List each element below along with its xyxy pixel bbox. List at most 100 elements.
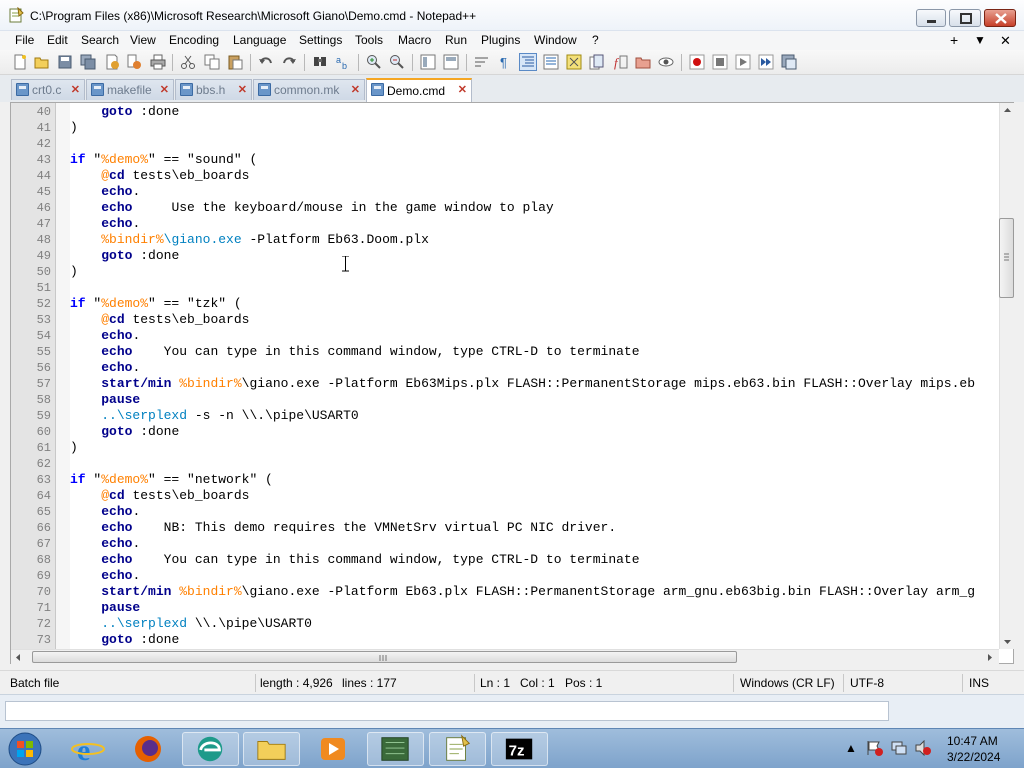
new-file-icon[interactable] xyxy=(12,54,28,70)
cut-icon[interactable] xyxy=(180,54,196,70)
clock-date[interactable]: 3/22/2024 xyxy=(947,750,1000,764)
file-explorer-icon[interactable] xyxy=(243,732,300,766)
menu-plugins[interactable]: Plugins xyxy=(481,33,520,47)
save-icon[interactable] xyxy=(57,54,73,70)
monitoring-icon[interactable] xyxy=(658,54,674,70)
fold-margin[interactable] xyxy=(56,103,70,649)
action-center-flag-icon[interactable] xyxy=(866,740,884,756)
sync-vertical-icon[interactable] xyxy=(420,54,436,70)
record-macro-icon[interactable] xyxy=(689,54,705,70)
tab-bbs-h[interactable]: bbs.h ✕ xyxy=(175,79,252,100)
copy-icon[interactable] xyxy=(204,54,220,70)
vertical-scrollbar[interactable] xyxy=(999,103,1014,649)
title-bar[interactable]: C:\Program Files (x86)\Microsoft Researc… xyxy=(0,0,1024,31)
playback-macro-icon[interactable] xyxy=(735,54,751,70)
network-icon[interactable] xyxy=(890,740,908,756)
code-line[interactable]: ..\serplexd \\.\pipe\USART0 xyxy=(70,616,312,632)
menu-language[interactable]: Language xyxy=(233,33,286,47)
sync-horizontal-icon[interactable] xyxy=(443,54,459,70)
folder-as-workspace-icon[interactable] xyxy=(635,54,651,70)
status-insert-mode[interactable]: INS xyxy=(969,676,989,690)
status-eol-format[interactable]: Windows (CR LF) xyxy=(740,676,835,690)
start-button-windows-icon[interactable] xyxy=(3,730,47,768)
tab-close-icon[interactable]: ✕ xyxy=(71,83,80,96)
zoom-out-icon[interactable] xyxy=(389,54,405,70)
zoom-in-icon[interactable] xyxy=(366,54,382,70)
menu-tools[interactable]: Tools xyxy=(355,33,383,47)
document-list-icon[interactable] xyxy=(589,54,605,70)
new-tab-plus-icon[interactable]: + xyxy=(950,32,958,48)
tab-list-dropdown-icon[interactable]: ▼ xyxy=(974,33,986,47)
code-line[interactable]: echo. xyxy=(70,360,140,376)
menu-file[interactable]: File xyxy=(15,33,34,47)
menu-edit[interactable]: Edit xyxy=(47,33,68,47)
save-macro-icon[interactable] xyxy=(781,54,797,70)
save-all-icon[interactable] xyxy=(80,54,96,70)
horizontal-scroll-thumb[interactable] xyxy=(32,651,737,663)
code-line[interactable]: echo You can type in this command window… xyxy=(70,552,639,568)
open-file-icon[interactable] xyxy=(34,54,50,70)
close-document-icon[interactable]: ✕ xyxy=(1000,33,1011,49)
tab-common-mk[interactable]: common.mk ✕ xyxy=(253,79,365,100)
tab-close-icon[interactable]: ✕ xyxy=(351,83,360,96)
code-line[interactable]: pause xyxy=(70,600,140,616)
code-line[interactable]: goto :done xyxy=(70,248,179,264)
code-line[interactable]: echo. xyxy=(70,184,140,200)
bottom-input-field[interactable] xyxy=(5,701,889,721)
indent-guide-icon[interactable] xyxy=(519,53,537,71)
stop-recording-icon[interactable] xyxy=(712,54,728,70)
tab-close-icon[interactable]: ✕ xyxy=(458,83,467,96)
replace-icon[interactable]: ab xyxy=(335,54,351,70)
function-list-icon[interactable]: f xyxy=(612,54,628,70)
code-line[interactable]: echo Use the keyboard/mouse in the game … xyxy=(70,200,554,216)
code-line[interactable]: goto :done xyxy=(70,424,179,440)
menu-help[interactable]: ? xyxy=(592,33,599,47)
print-icon[interactable] xyxy=(150,54,166,70)
tab-makefile[interactable]: makefile ✕ xyxy=(86,79,174,100)
maximize-button[interactable] xyxy=(949,9,981,27)
code-line[interactable]: start/min %bindir%\giano.exe -Platform E… xyxy=(70,584,975,600)
code-line[interactable]: echo. xyxy=(70,568,140,584)
status-encoding[interactable]: UTF-8 xyxy=(850,676,884,690)
seven-zip-icon[interactable]: 7z xyxy=(491,732,548,766)
scroll-left-arrow-icon[interactable] xyxy=(11,650,25,664)
paste-icon[interactable] xyxy=(227,54,243,70)
minimize-button[interactable] xyxy=(916,9,946,27)
menu-view[interactable]: View xyxy=(130,33,156,47)
undo-icon[interactable] xyxy=(258,54,274,70)
tab-close-icon[interactable]: ✕ xyxy=(238,83,247,96)
code-line[interactable]: %bindir%\giano.exe -Platform Eb63.Doom.p… xyxy=(70,232,429,248)
show-all-characters-icon[interactable]: ¶ xyxy=(497,54,513,70)
redo-icon[interactable] xyxy=(281,54,297,70)
menu-run[interactable]: Run xyxy=(445,33,467,47)
edge-like-app-icon[interactable] xyxy=(182,732,239,766)
code-line[interactable]: if "%demo%" == "network" ( xyxy=(70,472,273,488)
menu-window[interactable]: Window xyxy=(534,33,577,47)
code-line[interactable]: echo NB: This demo requires the VMNetSrv… xyxy=(70,520,616,536)
document-map-icon[interactable] xyxy=(566,54,582,70)
show-hidden-icons-icon[interactable]: ▲ xyxy=(845,741,857,755)
code-line[interactable]: goto :done xyxy=(70,632,179,648)
code-line[interactable]: echo. xyxy=(70,536,140,552)
menu-settings[interactable]: Settings xyxy=(299,33,342,47)
tab-crt0-c[interactable]: crt0.c ✕ xyxy=(11,79,85,100)
code-line[interactable]: pause xyxy=(70,392,140,408)
code-line[interactable]: echo. xyxy=(70,216,140,232)
tab-demo-cmd[interactable]: Demo.cmd ✕ xyxy=(366,78,472,102)
code-line[interactable]: echo. xyxy=(70,328,140,344)
menu-search[interactable]: Search xyxy=(81,33,119,47)
udl-icon[interactable] xyxy=(543,54,559,70)
code-area[interactable]: goto :done) if "%demo%" == "sound" ( @cd … xyxy=(70,103,999,649)
menu-encoding[interactable]: Encoding xyxy=(169,33,219,47)
code-line[interactable]: ..\serplexd -s -n \\.\pipe\USART0 xyxy=(70,408,358,424)
code-line[interactable]: ) xyxy=(70,120,78,136)
code-line[interactable]: echo. xyxy=(70,504,140,520)
code-line[interactable]: echo You can type in this command window… xyxy=(70,344,639,360)
editor-pane[interactable]: 40 41 42 43 44 45 46 47 48 49 50 51 52 53 54 55 56 57 58 59… xyxy=(10,102,1014,664)
internet-explorer-icon[interactable]: e xyxy=(60,732,117,766)
clock-time[interactable]: 10:47 AM xyxy=(947,734,998,748)
tab-close-icon[interactable]: ✕ xyxy=(160,83,169,96)
close-button[interactable] xyxy=(984,9,1016,27)
vertical-scroll-thumb[interactable] xyxy=(999,218,1014,298)
close-all-icon[interactable] xyxy=(126,54,142,70)
